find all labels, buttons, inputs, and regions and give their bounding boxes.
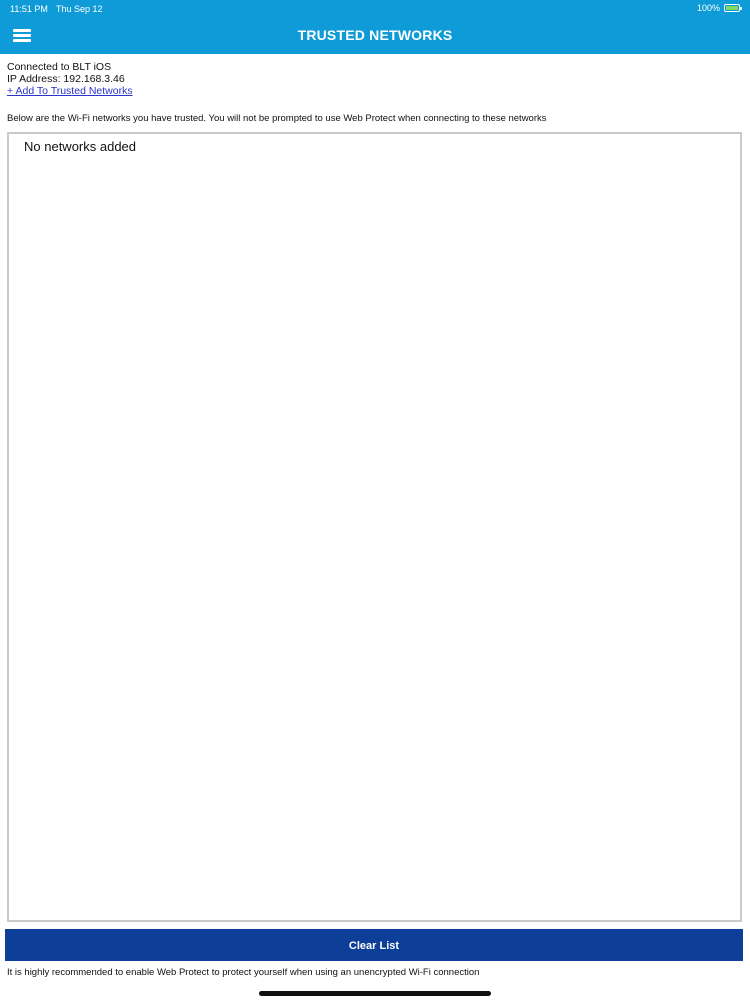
trusted-networks-screen: 11:51 PM Thu Sep 12 100% TRUSTED NETWORK… [0, 0, 750, 1000]
nav-bar: TRUSTED NETWORKS [0, 18, 750, 54]
app-header: 11:51 PM Thu Sep 12 100% TRUSTED NETWORK… [0, 0, 750, 54]
trusted-networks-list[interactable]: No networks added [7, 132, 742, 922]
ip-address-text: IP Address: 192.168.3.46 [7, 73, 125, 85]
status-time: 11:51 PM [10, 4, 48, 14]
add-to-trusted-networks-link[interactable]: + Add To Trusted Networks [7, 85, 133, 97]
page-title: TRUSTED NETWORKS [297, 27, 453, 43]
connected-network-text: Connected to BLT iOS [7, 61, 112, 73]
trusted-networks-description: Below are the Wi-Fi networks you have tr… [7, 113, 547, 124]
battery-percent: 100% [696, 3, 720, 13]
battery-status: 100% [696, 3, 742, 13]
clear-list-button[interactable]: Clear List [5, 929, 743, 961]
empty-list-message: No networks added [24, 139, 137, 154]
battery-fill [726, 6, 738, 10]
home-indicator [259, 991, 491, 996]
web-protect-recommendation: It is highly recommended to enable Web P… [7, 967, 480, 978]
status-date: Thu Sep 12 [56, 4, 103, 14]
connection-info: Connected to BLT iOS IP Address: 192.168… [7, 61, 133, 97]
battery-icon [724, 4, 742, 12]
battery-cap [740, 7, 742, 10]
status-bar: 11:51 PM Thu Sep 12 100% [0, 0, 750, 18]
